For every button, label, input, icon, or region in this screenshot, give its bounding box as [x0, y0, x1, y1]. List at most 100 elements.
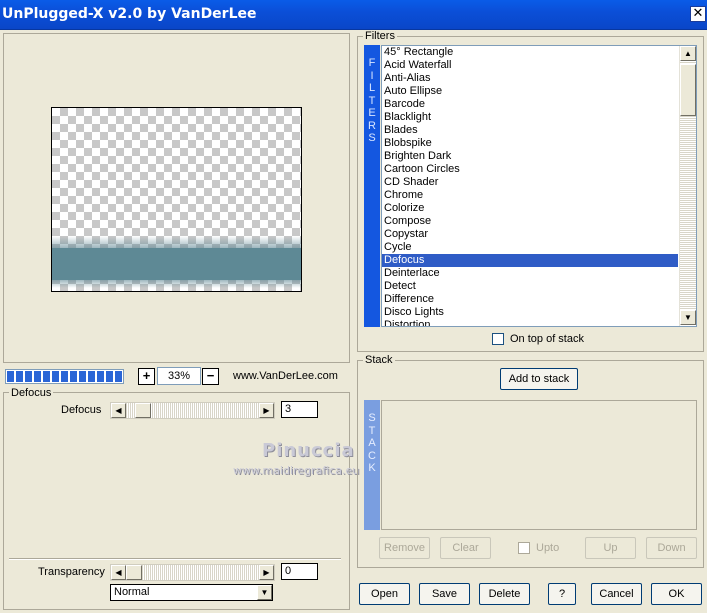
filter-list-item[interactable]: Deinterlace — [382, 267, 678, 280]
progress-bar — [5, 369, 124, 384]
arrow-down-icon[interactable]: ▼ — [680, 310, 696, 325]
stack-bar-letter: K — [368, 462, 376, 474]
filter-list-item[interactable]: Cartoon Circles — [382, 163, 678, 176]
filter-list-item[interactable]: Compose — [382, 215, 678, 228]
stack-bar-letter: T — [368, 424, 376, 437]
stack-bar-letter: A — [368, 437, 376, 449]
ok-button[interactable]: OK — [651, 583, 702, 605]
filter-list-item[interactable]: Chrome — [382, 189, 678, 202]
preview-band — [52, 248, 301, 280]
on-top-checkbox[interactable] — [492, 333, 504, 345]
defocus-group-label: Defocus — [9, 387, 54, 399]
filter-list-item[interactable]: Colorize — [382, 202, 678, 215]
stack-bar-letter: C — [368, 449, 376, 462]
filter-list-item[interactable]: Disco Lights — [382, 306, 678, 319]
watermark-url: www.maidiregrafica.eu — [233, 464, 360, 477]
filter-list-item[interactable]: Brighten Dark — [382, 150, 678, 163]
preview-image[interactable] — [51, 107, 302, 292]
filters-bar-letter: E — [368, 107, 376, 119]
filter-list-item[interactable]: CD Shader — [382, 176, 678, 189]
window-title: UnPlugged-X v2.0 by VanDerLee — [2, 6, 257, 22]
progress-segment — [43, 371, 50, 382]
open-button[interactable]: Open — [359, 583, 410, 605]
down-button[interactable]: Down — [646, 537, 697, 559]
arrow-left-icon[interactable]: ◀ — [111, 565, 126, 580]
filter-list-item[interactable]: Blobspike — [382, 137, 678, 150]
delete-button[interactable]: Delete — [479, 583, 530, 605]
zoom-out-button[interactable]: − — [202, 368, 219, 385]
arrow-up-icon[interactable]: ▲ — [680, 46, 696, 61]
clear-button[interactable]: Clear — [440, 537, 491, 559]
transparency-value-field[interactable]: 0 — [281, 563, 318, 580]
plus-icon: + — [142, 368, 151, 383]
save-button[interactable]: Save — [419, 583, 470, 605]
preview-blur-top — [52, 236, 301, 248]
arrow-left-icon[interactable]: ◀ — [111, 403, 126, 418]
preview-blur-bottom — [52, 280, 301, 288]
filter-list-item[interactable]: Acid Waterfall — [382, 59, 678, 72]
stack-group-label: Stack — [363, 354, 395, 366]
filter-list-item[interactable]: Distortion — [382, 319, 678, 326]
filters-bar-letter: R — [368, 119, 376, 132]
divider — [9, 558, 341, 560]
progress-segment — [79, 371, 86, 382]
up-button[interactable]: Up — [585, 537, 636, 559]
blend-mode-select[interactable]: Normal ▼ — [110, 584, 273, 601]
progress-segment — [61, 371, 68, 382]
zoom-level: 33% — [157, 367, 201, 385]
upto-checkbox[interactable] — [518, 542, 530, 554]
zoom-in-button[interactable]: + — [138, 368, 155, 385]
filters-scroll-thumb[interactable] — [680, 64, 696, 116]
stack-bar-letter: S — [368, 412, 376, 424]
defocus-slider-thumb[interactable] — [135, 403, 151, 418]
arrow-right-icon[interactable]: ▶ — [259, 565, 274, 580]
progress-segment — [88, 371, 95, 382]
progress-segment — [106, 371, 113, 382]
add-to-stack-button[interactable]: Add to stack — [500, 368, 578, 390]
transparency-label: Transparency — [38, 566, 105, 578]
filters-scrollbar[interactable]: ▲ ▼ — [679, 46, 696, 326]
transparency-slider[interactable]: ◀ ▶ — [110, 564, 275, 581]
watermark-name: Pinuccia — [262, 440, 355, 461]
filters-side-bar: FILTERS — [364, 45, 380, 327]
filter-list-item[interactable]: Anti-Alias — [382, 72, 678, 85]
arrow-right-icon[interactable]: ▶ — [259, 403, 274, 418]
filter-list-item[interactable]: Defocus — [382, 254, 678, 267]
minus-icon: − — [206, 368, 215, 383]
progress-segment — [97, 371, 104, 382]
progress-segment — [7, 371, 14, 382]
close-icon: ✕ — [692, 6, 704, 21]
filters-bar-letter: I — [370, 69, 374, 82]
progress-segment — [115, 371, 122, 382]
filter-list-item[interactable]: Copystar — [382, 228, 678, 241]
progress-segment — [25, 371, 32, 382]
filter-list-item[interactable]: Barcode — [382, 98, 678, 111]
transparency-slider-thumb[interactable] — [126, 565, 142, 580]
filter-list-item[interactable]: Blacklight — [382, 111, 678, 124]
remove-button[interactable]: Remove — [379, 537, 430, 559]
stack-list[interactable] — [381, 400, 697, 530]
filters-list[interactable]: 45° Rectangle Acid Waterfall Anti-Alias Aut… — [381, 45, 697, 327]
filter-list-item[interactable]: 45° Rectangle — [382, 46, 678, 59]
defocus-param-label: Defocus — [61, 404, 102, 416]
defocus-value-field[interactable]: 3 — [281, 401, 318, 418]
vanderlee-link[interactable]: www.VanDerLee.com — [233, 370, 338, 382]
filter-list-item[interactable]: Auto Ellipse — [382, 85, 678, 98]
close-button[interactable]: ✕ — [690, 6, 706, 22]
help-button[interactable]: ? — [548, 583, 576, 605]
progress-segment — [70, 371, 77, 382]
filter-list-item[interactable]: Detect — [382, 280, 678, 293]
upto-label: Upto — [536, 542, 560, 554]
title-bar: UnPlugged-X v2.0 by VanDerLee ✕ — [0, 0, 707, 30]
chevron-down-icon[interactable]: ▼ — [257, 585, 272, 600]
defocus-slider[interactable]: ◀ ▶ — [110, 402, 275, 419]
on-top-label: On top of stack — [510, 333, 584, 345]
filter-list-item[interactable]: Cycle — [382, 241, 678, 254]
filters-bar-letter: S — [368, 132, 376, 144]
filters-bar-letter: L — [368, 82, 376, 94]
preview-panel — [3, 33, 350, 363]
cancel-button[interactable]: Cancel — [591, 583, 642, 605]
filter-list-item[interactable]: Difference — [382, 293, 678, 306]
filter-list-item[interactable]: Blades — [382, 124, 678, 137]
filters-bar-letter: F — [368, 57, 376, 69]
